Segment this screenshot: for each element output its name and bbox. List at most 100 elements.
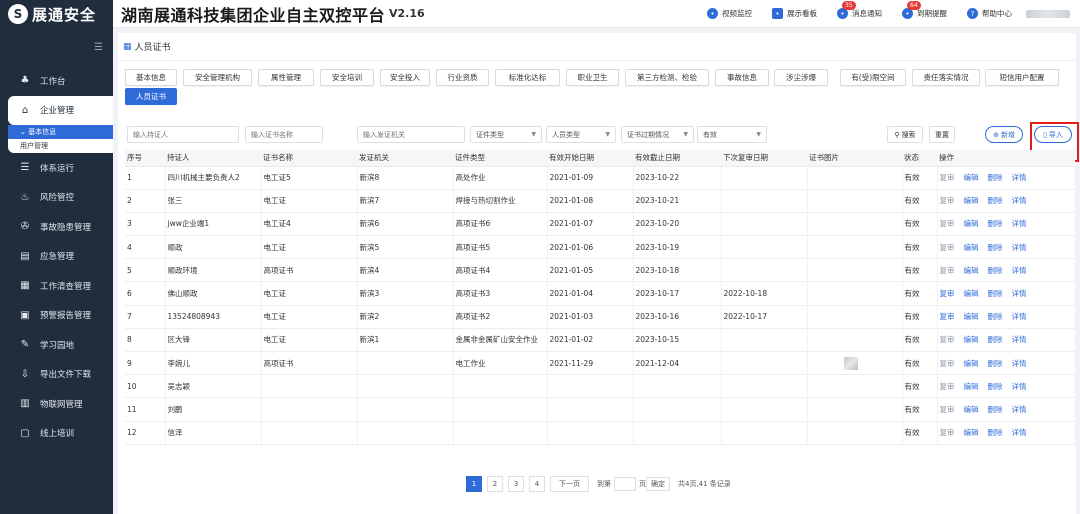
page-number[interactable]: 4 [529,476,545,492]
row-action-0[interactable]: 复审 [940,266,955,275]
sidebar-item-3[interactable]: ♨ 风险管控 [0,183,113,213]
row-action-3[interactable]: 详情 [1012,243,1027,252]
submenu-item-0[interactable]: ⌄ 基本信息 [8,125,113,139]
issuer-input[interactable] [357,126,465,143]
tab-9[interactable]: 事故信息 [715,69,769,86]
top-action-2[interactable]: • 35 消息通知 [837,1,882,19]
cert-name-input[interactable] [245,126,323,143]
tab-13[interactable]: 短信用户配置 [985,69,1059,86]
tab-3[interactable]: 安全培训 [320,69,374,86]
next-page-button[interactable]: 下一页 [550,476,589,492]
row-action-2[interactable]: 删除 [988,312,1003,321]
person-type-select[interactable]: 人员类型 ▼ [546,126,616,143]
row-action-3[interactable]: 详情 [1012,196,1027,205]
tab-1[interactable]: 安全管理机构 [183,69,252,86]
row-action-3[interactable]: 详情 [1012,359,1027,368]
sidebar-item-11[interactable]: ▢ 线上培训 [0,419,113,449]
row-action-0[interactable]: 复审 [940,196,955,205]
row-action-3[interactable]: 详情 [1012,289,1027,298]
tab-2[interactable]: 属性管理 [258,69,314,86]
sidebar-item-5[interactable]: ▤ 应急管理 [0,242,113,272]
cert-image-thumbnail[interactable] [843,356,858,370]
search-button[interactable]: ⚲ 搜索 [887,126,923,143]
sidebar-item-4[interactable]: ✇ 事故隐患管理 [0,212,113,242]
tab-0[interactable]: 基本信息 [125,69,177,86]
sidebar-item-0[interactable]: ♣ 工作台 [0,66,113,96]
row-action-1[interactable]: 编辑 [964,359,979,368]
page-number[interactable]: 1 [466,476,482,492]
row-action-1[interactable]: 编辑 [964,312,979,321]
row-action-2[interactable]: 删除 [988,382,1003,391]
sidebar-item-7[interactable]: ▣ 预警报告管理 [0,301,113,331]
row-action-1[interactable]: 编辑 [964,289,979,298]
tab-6[interactable]: 标准化达标 [495,69,560,86]
row-action-2[interactable]: 删除 [988,266,1003,275]
row-action-2[interactable]: 删除 [988,335,1003,344]
cert-type-select[interactable]: 证件类型 ▼ [470,126,542,143]
row-action-0[interactable]: 复审 [940,289,955,298]
row-action-3[interactable]: 详情 [1012,173,1027,182]
page-number[interactable]: 2 [487,476,503,492]
row-action-3[interactable]: 详情 [1012,382,1027,391]
row-action-3[interactable]: 详情 [1012,428,1027,437]
goto-confirm-button[interactable]: 确定 [646,477,670,491]
row-action-0[interactable]: 复审 [940,312,955,321]
tab-14[interactable]: 人员证书 [125,88,177,105]
row-action-2[interactable]: 删除 [988,196,1003,205]
expiry-status-select[interactable]: 证书过期情况 ▼ [621,126,694,143]
sidebar-item-6[interactable]: ▦ 工作清查管理 [0,271,113,301]
top-action-3[interactable]: • 64 到期提醒 [902,1,947,19]
row-action-1[interactable]: 编辑 [964,243,979,252]
sidebar-item-8[interactable]: ✎ 学习园地 [0,330,113,360]
tab-12[interactable]: 责任落实情况 [912,69,980,86]
row-action-3[interactable]: 详情 [1012,219,1027,228]
row-action-1[interactable]: 编辑 [964,196,979,205]
row-action-2[interactable]: 删除 [988,219,1003,228]
row-action-1[interactable]: 编辑 [964,382,979,391]
row-action-0[interactable]: 复审 [940,382,955,391]
row-action-3[interactable]: 详情 [1012,266,1027,275]
top-action-4[interactable]: ? 帮助中心 [967,8,1012,19]
tab-11[interactable]: 有(受)限空间 [840,69,906,86]
row-action-2[interactable]: 删除 [988,359,1003,368]
sidebar-item-1[interactable]: ⌂ 企业管理 [8,95,113,125]
row-action-0[interactable]: 复审 [940,428,955,437]
row-action-2[interactable]: 删除 [988,289,1003,298]
row-action-2[interactable]: 删除 [988,243,1003,252]
menu-collapse-icon[interactable]: ☰ [0,28,113,66]
row-action-0[interactable]: 复审 [940,359,955,368]
row-action-2[interactable]: 删除 [988,405,1003,414]
tab-7[interactable]: 职业卫生 [566,69,619,86]
sidebar-item-2[interactable]: ☰ 体系运行 [0,153,113,183]
row-action-3[interactable]: 详情 [1012,405,1027,414]
sidebar-item-10[interactable]: ▥ 物联网管理 [0,389,113,419]
row-action-0[interactable]: 复审 [940,335,955,344]
row-action-3[interactable]: 详情 [1012,335,1027,344]
validity-select[interactable]: 有效 ▼ [697,126,767,143]
tab-10[interactable]: 涉尘涉爆 [774,69,828,86]
row-action-2[interactable]: 删除 [988,428,1003,437]
top-action-1[interactable]: • 展示看板 [772,8,817,19]
row-action-0[interactable]: 复审 [940,219,955,228]
row-action-0[interactable]: 复审 [940,243,955,252]
row-action-1[interactable]: 编辑 [964,335,979,344]
row-action-2[interactable]: 删除 [988,173,1003,182]
tab-4[interactable]: 安全投入 [380,69,430,86]
page-number[interactable]: 3 [508,476,524,492]
tab-8[interactable]: 第三方检测、检验 [625,69,709,86]
sidebar-item-9[interactable]: ⇩ 导出文件下载 [0,360,113,390]
row-action-1[interactable]: 编辑 [964,405,979,414]
row-action-1[interactable]: 编辑 [964,266,979,275]
row-action-1[interactable]: 编辑 [964,428,979,437]
goto-page-input[interactable] [614,477,636,491]
user-name-blurred[interactable] [1026,9,1070,18]
row-action-0[interactable]: 复审 [940,173,955,182]
row-action-3[interactable]: 详情 [1012,312,1027,321]
holder-search-input[interactable] [127,126,239,143]
tab-5[interactable]: 行业资质 [436,69,489,86]
row-action-1[interactable]: 编辑 [964,219,979,228]
reset-button[interactable]: 重置 [929,126,955,143]
row-action-0[interactable]: 复审 [940,405,955,414]
add-button[interactable]: ⊕ 新增 [985,126,1023,143]
row-action-1[interactable]: 编辑 [964,173,979,182]
